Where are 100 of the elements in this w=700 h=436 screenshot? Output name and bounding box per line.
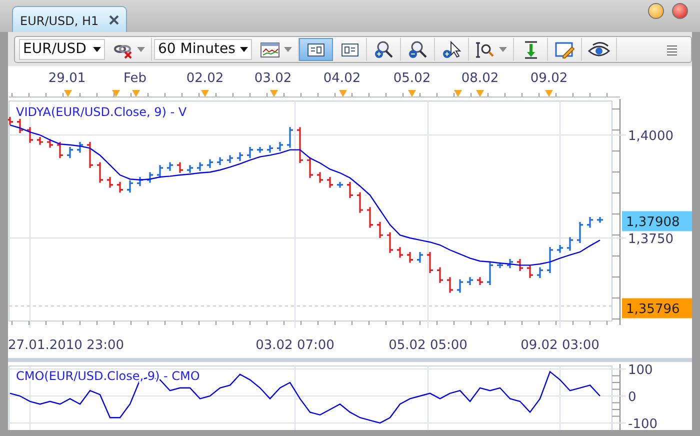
- price-bar: [526, 264, 534, 279]
- panel-icon: [306, 40, 326, 58]
- price-bar: [346, 181, 354, 199]
- session-marker: [132, 90, 140, 97]
- price-bar: [8, 116, 14, 126]
- price-bar: [566, 236, 574, 252]
- axis-label: -100: [628, 417, 658, 430]
- price-bar: [166, 161, 174, 172]
- time-label: 27.01.2010 23:00: [8, 338, 124, 353]
- price-bar: [446, 276, 454, 294]
- price-bar: [586, 216, 594, 228]
- price-bar: [236, 152, 244, 162]
- date-label: 09.02: [530, 71, 568, 86]
- price-bar: [396, 246, 404, 259]
- price-bar: [56, 141, 64, 159]
- price-bar: [426, 251, 434, 274]
- price-bar: [256, 146, 264, 154]
- tab-label: EUR/USD, H1: [20, 13, 99, 30]
- price-tag: 1,37908: [622, 211, 692, 232]
- price-bar: [246, 146, 254, 159]
- period-select[interactable]: 60 Minutes: [154, 39, 252, 60]
- price-bar: [376, 221, 384, 239]
- price-bar: [596, 216, 604, 224]
- price-bar: [366, 206, 374, 228]
- price-bar: [216, 156, 224, 166]
- minimize-button[interactable]: [648, 3, 664, 19]
- session-marker: [476, 90, 484, 97]
- price-bar: [356, 191, 364, 214]
- price-bar: [106, 176, 114, 189]
- price-bar: [286, 126, 294, 149]
- date-label: 05.02: [393, 71, 431, 86]
- price-bar: [66, 146, 74, 159]
- vertical-zoom-icon: [475, 40, 495, 58]
- session-marker: [545, 90, 553, 97]
- panel-icon: [340, 40, 360, 58]
- date-label: 04.02: [323, 71, 361, 86]
- price-bar: [416, 251, 424, 264]
- session-marker: [454, 90, 462, 97]
- price-bar: [86, 141, 94, 169]
- session-marker: [201, 90, 209, 97]
- price-bar: [196, 161, 204, 172]
- price-bar: [296, 126, 304, 164]
- price-bar: [16, 118, 24, 134]
- price-bar: [336, 181, 344, 189]
- axis-label: 1,4000: [628, 129, 674, 144]
- price-bar: [556, 244, 564, 254]
- edit-icon: [554, 40, 574, 58]
- chart-tab[interactable]: EUR/USD, H1: [12, 6, 127, 32]
- price-bar: [496, 262, 504, 269]
- caret-icon: [93, 47, 101, 52]
- axis-label: 1,3750: [628, 232, 674, 247]
- date-label: 02.02: [186, 71, 224, 86]
- price-bar: [136, 176, 144, 187]
- date-label: 08.02: [461, 71, 499, 86]
- price-bar: [316, 171, 324, 184]
- price-bar: [186, 164, 194, 174]
- session-marker: [270, 90, 278, 97]
- time-label: 03.02 07:00: [256, 338, 334, 353]
- line-chart-icon: [260, 40, 280, 58]
- date-label: 03.02: [254, 71, 292, 86]
- price-bar: [326, 176, 334, 189]
- caret-icon: [240, 47, 248, 52]
- price-bar: [456, 278, 464, 294]
- time-label: 05.02 05:00: [388, 338, 468, 353]
- price-bar: [156, 164, 164, 179]
- price-bar: [226, 154, 234, 164]
- axis-label: 0: [628, 390, 636, 405]
- price-bar: [486, 262, 494, 286]
- price-bar: [406, 251, 414, 264]
- price-bar: [506, 258, 514, 269]
- price-bar: [146, 171, 154, 184]
- price-bar: [126, 180, 134, 194]
- price-bar: [96, 161, 104, 184]
- price-bar: [386, 231, 394, 254]
- date-label: Feb: [123, 71, 147, 86]
- price-bar: [576, 221, 584, 244]
- close-icon[interactable]: [108, 15, 119, 25]
- price-bar: [306, 156, 314, 179]
- price-bar: [436, 266, 444, 284]
- close-button[interactable]: [672, 3, 688, 19]
- price-bar: [46, 138, 54, 149]
- time-label: 09.02 03:00: [520, 338, 600, 353]
- price-bar: [516, 258, 524, 272]
- zoom-out-icon: [408, 40, 428, 58]
- price-bar: [476, 276, 484, 286]
- date-label: 29.01: [48, 71, 86, 86]
- price-bar: [36, 136, 44, 146]
- session-marker: [112, 90, 120, 97]
- price-bar: [276, 141, 284, 152]
- symbol-select[interactable]: EUR/USD: [19, 39, 105, 60]
- eye-icon: [588, 40, 610, 58]
- price-bar: [76, 141, 84, 154]
- price-bar: [176, 161, 184, 174]
- zoom-in-icon: [374, 40, 394, 58]
- price-bar: [546, 246, 554, 274]
- price-tag: 1,35796: [622, 298, 692, 318]
- pointer-icon: [442, 40, 462, 58]
- price-bar: [466, 276, 474, 286]
- toolbar-button[interactable]: [299, 38, 333, 61]
- session-marker: [339, 90, 347, 97]
